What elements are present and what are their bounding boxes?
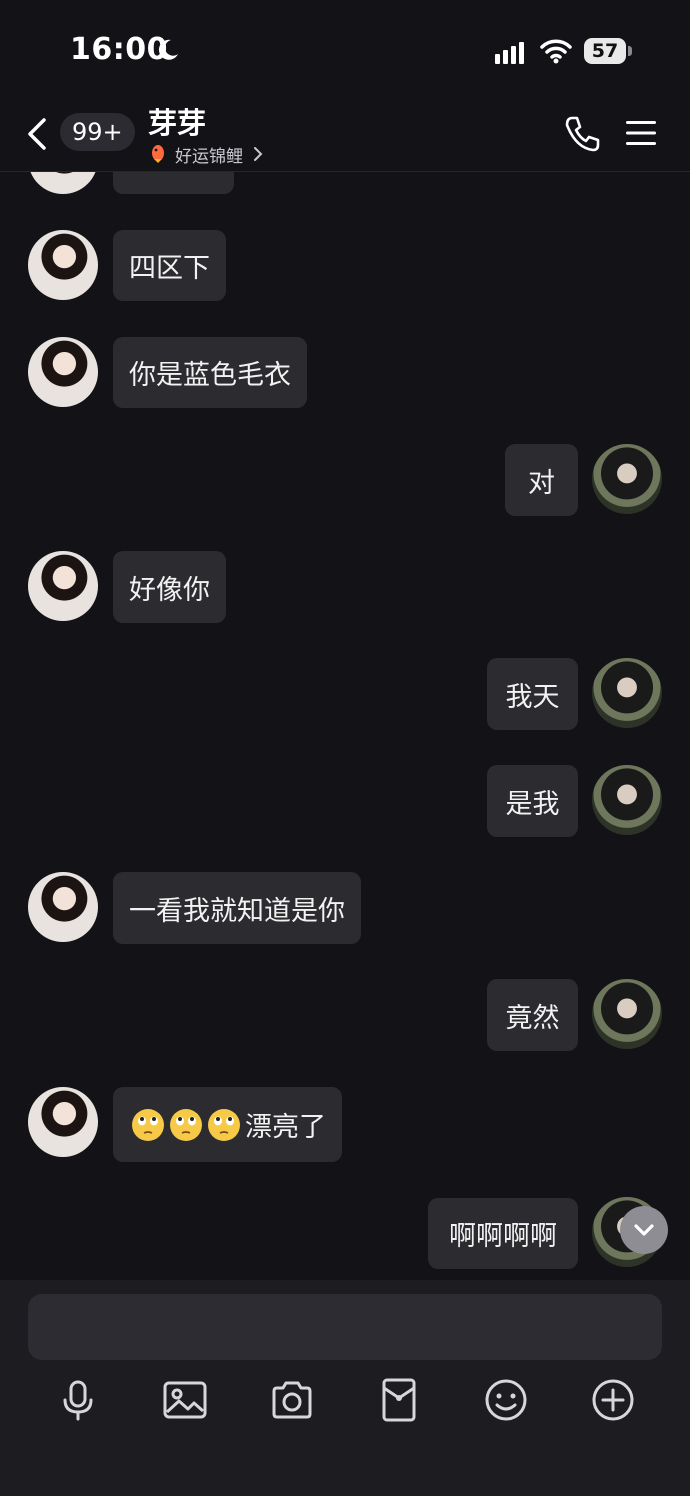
message-bubble-sent[interactable]: 对 (505, 444, 578, 516)
emoji-button[interactable] (482, 1376, 530, 1424)
voice-button[interactable] (54, 1376, 102, 1424)
message-bubble-sent[interactable]: 竟然 (487, 979, 578, 1051)
message-text: 漂亮了 (245, 1112, 326, 1143)
message-bubble-sent[interactable]: 是我 (487, 765, 578, 837)
message-bubble-received[interactable]: 漂亮了 (113, 1087, 342, 1162)
contact-avatar[interactable] (28, 872, 98, 942)
message-list[interactable]: 四区下 你是蓝色毛衣 对 好像你 我天 是我 一看我就知道是你 竟然 漂亮了 啊… (0, 172, 690, 1278)
menu-icon[interactable] (624, 118, 658, 148)
my-avatar[interactable] (592, 444, 662, 514)
scroll-to-bottom-button[interactable] (620, 1206, 668, 1254)
camera-icon (272, 1381, 312, 1419)
message-input[interactable] (28, 1294, 662, 1360)
message-text: 你是蓝色毛衣 (129, 360, 291, 391)
signal-icon (495, 42, 524, 64)
wifi-icon (540, 39, 572, 64)
message-text: 竟然 (505, 1002, 560, 1034)
message-text: 一看我就知道是你 (129, 895, 345, 927)
message-text: 是我 (505, 788, 560, 820)
my-avatar[interactable] (592, 658, 662, 728)
contact-avatar[interactable] (28, 230, 98, 300)
contact-avatar[interactable] (28, 172, 98, 194)
image-icon (163, 1381, 207, 1419)
message-bubble-sent[interactable]: 啊啊啊啊 (428, 1198, 578, 1269)
message-text: 我天 (505, 681, 560, 713)
message-text: 对 (528, 467, 555, 499)
message-text: 四区下 (129, 253, 210, 284)
chat-header: 99+ 芽芽 好运锦鲤 (0, 96, 690, 172)
message-text: 啊啊啊啊 (449, 1221, 557, 1252)
message-bubble-partial (113, 172, 234, 194)
message-bubble-received[interactable]: 好像你 (113, 551, 226, 623)
koi-fish-icon (152, 145, 164, 163)
composer (0, 1280, 690, 1496)
back-icon[interactable] (24, 116, 52, 152)
contact-avatar[interactable] (28, 337, 98, 407)
contact-status-link[interactable]: 好运锦鲤 (148, 142, 264, 167)
message-text: 好像你 (129, 574, 210, 606)
message-bubble-sent[interactable]: 我天 (487, 658, 578, 730)
contact-status-label: 好运锦鲤 (175, 146, 243, 167)
message-bubble-received[interactable]: 一看我就知道是你 (113, 872, 361, 944)
red-packet-icon (382, 1378, 416, 1422)
rolling-eyes-emoji-icon (208, 1108, 240, 1141)
contact-avatar[interactable] (28, 1087, 98, 1157)
contact-avatar[interactable] (28, 551, 98, 621)
album-button[interactable] (161, 1376, 209, 1424)
plus-icon (592, 1379, 634, 1421)
contact-name: 芽芽 (148, 106, 207, 140)
moon-icon (158, 39, 178, 60)
chevron-right-icon (254, 147, 263, 161)
red-packet-button[interactable] (375, 1376, 423, 1424)
battery-level: 57 (591, 40, 619, 62)
battery-indicator: 57 (584, 38, 632, 64)
camera-button[interactable] (268, 1376, 316, 1424)
chevron-down-icon (634, 1224, 654, 1236)
phone-call-icon[interactable] (562, 114, 602, 154)
status-bar: 16:00 57 (0, 0, 690, 100)
my-avatar[interactable] (592, 765, 662, 835)
unread-count-badge[interactable]: 99+ (60, 113, 135, 151)
message-bubble-received[interactable]: 四区下 (113, 230, 226, 301)
more-button[interactable] (589, 1376, 637, 1424)
emoji-icon (485, 1379, 527, 1421)
clock: 16:00 (70, 32, 168, 67)
rolling-eyes-emoji-icon (132, 1108, 164, 1141)
my-avatar[interactable] (592, 979, 662, 1049)
rolling-eyes-emoji-icon (170, 1108, 202, 1141)
microphone-icon (63, 1380, 93, 1421)
message-bubble-received[interactable]: 你是蓝色毛衣 (113, 337, 307, 408)
